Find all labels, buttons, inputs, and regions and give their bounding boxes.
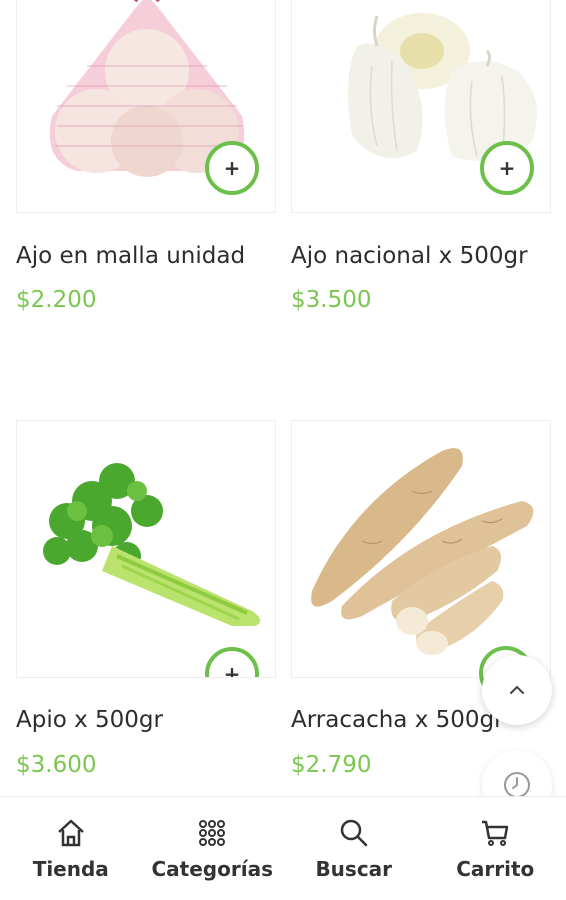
product-card[interactable]: + Ajo en malla unidad $2.200	[16, 0, 276, 335]
scroll-to-top-button[interactable]	[482, 655, 552, 725]
product-price: $3.500	[291, 287, 372, 313]
product-name: Arracacha x 500gr	[291, 707, 504, 733]
product-image-celery[interactable]: +	[16, 420, 276, 678]
cart-icon	[482, 820, 509, 846]
nav-item-carrito[interactable]: Carrito	[425, 817, 566, 881]
product-image-garlic[interactable]: +	[291, 0, 551, 213]
product-price: $2.200	[16, 287, 97, 313]
product-price: $2.790	[291, 752, 372, 778]
add-to-cart-button[interactable]: +	[205, 141, 259, 195]
nav-label: Tienda	[32, 856, 109, 881]
product-grid: + Ajo en malla unidad $2.200 + Ajo nacio…	[0, 0, 566, 800]
plus-icon: +	[498, 156, 516, 180]
home-icon	[57, 819, 84, 846]
product-image-arracacha[interactable]	[291, 420, 551, 678]
add-to-cart-button[interactable]: +	[480, 141, 534, 195]
product-card[interactable]: + Apio x 500gr $3.600	[16, 420, 276, 800]
nav-item-tienda[interactable]: Tienda	[0, 817, 141, 881]
plus-icon: +	[223, 156, 241, 180]
chevron-up-icon	[510, 685, 524, 694]
bottom-navigation: Tienda Categorías Buscar Carrito	[0, 796, 566, 900]
nav-item-buscar[interactable]: Buscar	[283, 817, 424, 881]
plus-icon: +	[223, 662, 241, 678]
product-image-garlic-mesh[interactable]: +	[16, 0, 276, 213]
nav-label: Carrito	[456, 856, 535, 881]
product-price: $3.600	[16, 752, 97, 778]
product-name: Ajo en malla unidad	[16, 243, 246, 269]
nav-item-categorias[interactable]: Categorías	[142, 817, 283, 881]
nav-label: Buscar	[315, 856, 393, 881]
grid-icon	[199, 819, 226, 846]
nav-label: Categorías	[151, 856, 273, 881]
product-name: Ajo nacional x 500gr	[291, 243, 528, 269]
search-icon	[340, 819, 367, 846]
product-name: Apio x 500gr	[16, 707, 163, 733]
product-card[interactable]: Arracacha x 500gr $2.790	[291, 420, 551, 800]
product-card[interactable]: + Ajo nacional x 500gr $3.500	[291, 0, 551, 335]
